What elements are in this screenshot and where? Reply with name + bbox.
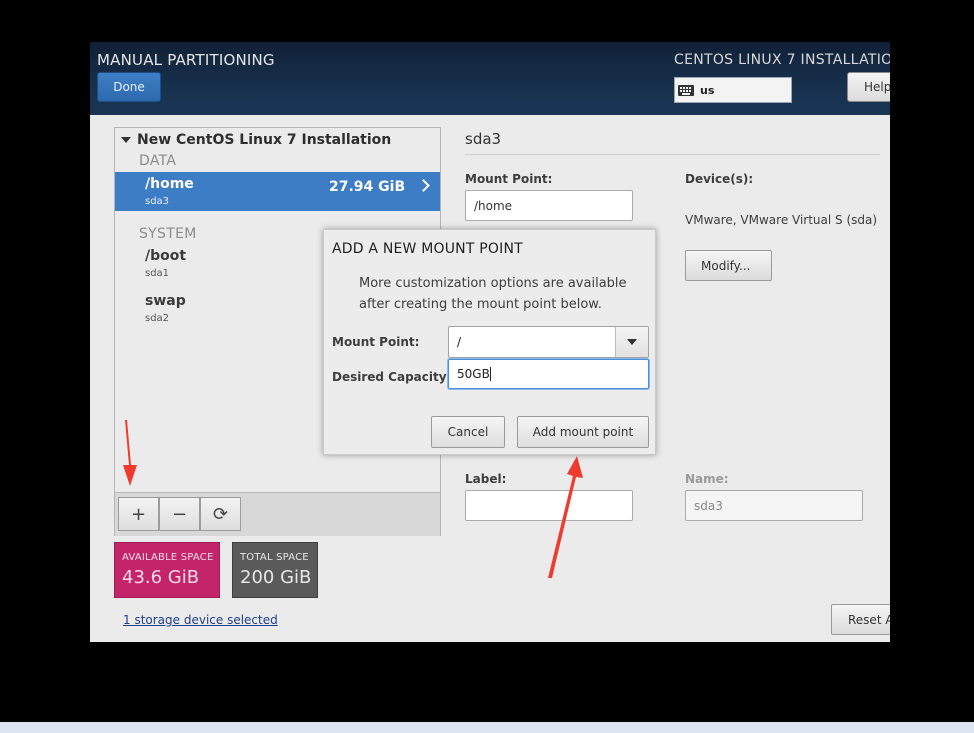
chevron-down-icon — [627, 339, 637, 345]
mount-point-name: swap — [145, 293, 186, 309]
add-mount-point-dialog: ADD A NEW MOUNT POINT More customization… — [323, 229, 656, 455]
dropdown-button[interactable] — [615, 327, 648, 357]
mount-point-name: /boot — [145, 248, 187, 264]
dialog-description: More customization options are available… — [359, 276, 627, 312]
screen: MANUAL PARTITIONING Done CENTOS LINUX 7 … — [0, 0, 974, 733]
mount-point-row-home[interactable]: /home sda3 27.94 GiB — [115, 172, 440, 211]
refresh-button[interactable]: ⟳ — [200, 497, 241, 531]
mount-point-size: 27.94 GiB — [329, 179, 406, 195]
mount-point-name: /home — [145, 176, 194, 192]
label-field[interactable] — [465, 490, 633, 521]
installation-tree-header[interactable]: New CentOS Linux 7 Installation — [121, 132, 391, 148]
page-title: MANUAL PARTITIONING — [97, 51, 275, 69]
devices-label: Device(s): — [685, 172, 754, 186]
product-title: CENTOS LINUX 7 INSTALLATIO — [674, 52, 890, 68]
add-mount-point-button[interactable]: + — [118, 497, 159, 531]
total-space-label: TOTAL SPACE — [240, 552, 309, 563]
keyboard-layout-indicator[interactable]: us — [674, 77, 792, 103]
header-bar: MANUAL PARTITIONING Done CENTOS LINUX 7 … — [90, 42, 890, 115]
detail-title: sda3 — [465, 130, 502, 148]
reset-all-button[interactable]: Reset All — [831, 604, 890, 635]
keyboard-icon — [678, 84, 694, 96]
dialog-title: ADD A NEW MOUNT POINT — [332, 241, 523, 257]
total-space-box: TOTAL SPACE 200 GiB — [232, 542, 318, 598]
refresh-icon: ⟳ — [212, 503, 229, 525]
dialog-mount-point-label: Mount Point: — [332, 335, 420, 349]
section-label-system: SYSTEM — [139, 226, 197, 242]
mount-point-device: sda1 — [145, 268, 170, 279]
cancel-button[interactable]: Cancel — [431, 416, 505, 448]
plus-icon: + — [130, 503, 147, 525]
mount-point-device: sda3 — [145, 196, 170, 207]
detail-divider — [465, 154, 880, 155]
chevron-right-icon — [417, 179, 430, 192]
installation-tree-label: New CentOS Linux 7 Installation — [137, 132, 392, 148]
mount-point-label: Mount Point: — [465, 172, 553, 186]
bottom-strip — [0, 722, 974, 733]
add-mount-point-confirm-button[interactable]: Add mount point — [517, 416, 649, 448]
remove-mount-point-button[interactable]: − — [159, 497, 200, 531]
help-button[interactable]: Help — [847, 72, 890, 102]
done-button[interactable]: Done — [97, 72, 161, 102]
available-space-value: 43.6 GiB — [122, 567, 200, 588]
keyboard-layout-label: us — [700, 83, 715, 97]
expander-arrow-icon[interactable] — [121, 137, 131, 143]
mount-point-device: sda2 — [145, 313, 170, 324]
available-space-box: AVAILABLE SPACE 43.6 GiB — [114, 542, 220, 598]
partition-toolbar: + − ⟳ — [115, 492, 440, 536]
desired-capacity-input[interactable]: 50GB — [448, 359, 649, 389]
desired-capacity-value: 50GB — [457, 367, 490, 381]
text-cursor — [489, 367, 491, 381]
desired-capacity-label: Desired Capacity: — [332, 370, 452, 384]
modify-button[interactable]: Modify... — [685, 250, 772, 281]
mount-point-combo[interactable]: / — [448, 326, 649, 358]
mount-point-field[interactable]: /home — [465, 190, 633, 221]
mount-point-combo-value[interactable]: / — [457, 335, 461, 349]
name-field[interactable]: sda3 — [685, 490, 863, 521]
devices-value: VMware, VMware Virtual S (sda) — [685, 213, 878, 227]
section-label-data: DATA — [139, 153, 177, 169]
storage-device-link[interactable]: 1 storage device selected — [123, 613, 278, 627]
minus-icon: − — [171, 503, 188, 525]
name-field-label: Name: — [685, 472, 729, 486]
available-space-label: AVAILABLE SPACE — [122, 552, 214, 563]
label-field-label: Label: — [465, 472, 507, 486]
total-space-value: 200 GiB — [240, 567, 312, 588]
